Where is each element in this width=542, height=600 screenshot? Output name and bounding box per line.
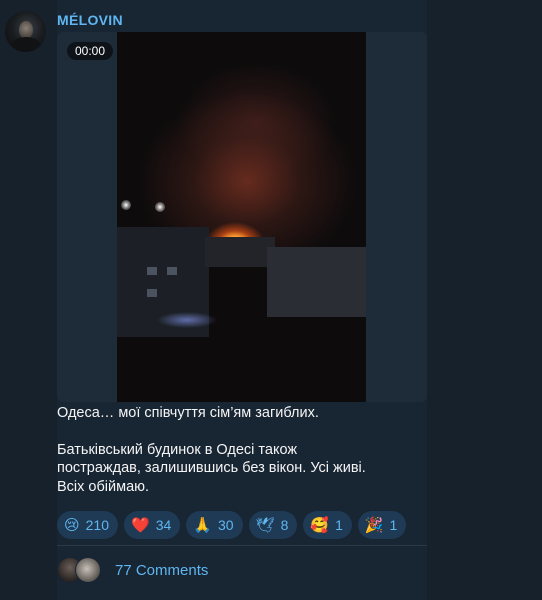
channel-avatar[interactable]	[5, 11, 46, 52]
comments-label: 77 Comments	[115, 561, 209, 579]
party-popper-icon: 🎉	[364, 517, 384, 534]
reaction-smiling-hearts[interactable]: 🥰 1	[303, 511, 352, 539]
smiling-face-with-hearts-icon: 🥰	[310, 517, 330, 534]
reactions-bar: 😢 210 ❤️ 34 🙏 30 🕊 8 🥰 1 🎉 1	[57, 511, 407, 539]
building-right	[267, 247, 366, 317]
commenter-avatar	[75, 557, 101, 583]
post-text-line: Одеса… мої співчуття сім’ям загиблих.	[57, 405, 319, 421]
comments-button[interactable]: 77 Comments	[57, 556, 208, 584]
street-light	[155, 202, 165, 212]
post-text-line: постраждав, залишившись без вікон. Усі ж…	[57, 460, 366, 476]
reaction-count: 1	[335, 517, 343, 533]
channel-name[interactable]: MÉLOVIN	[57, 12, 123, 28]
praying-hands-icon: 🙏	[193, 517, 212, 534]
blue-lights	[157, 312, 217, 328]
reaction-pray[interactable]: 🙏 30	[186, 511, 243, 539]
reaction-heart[interactable]: ❤️ 34	[124, 511, 181, 539]
dove-icon: 🕊	[255, 517, 275, 534]
reaction-count: 210	[85, 517, 109, 533]
commenter-avatars	[57, 557, 105, 583]
heart-icon: ❤️	[131, 517, 150, 534]
reaction-count: 1	[389, 517, 398, 533]
divider	[57, 545, 427, 546]
post-text-line: Батьківський будинок в Одесі також	[57, 441, 298, 458]
window	[147, 267, 157, 275]
reaction-party[interactable]: 🎉 1	[357, 511, 407, 539]
reaction-count: 34	[155, 517, 172, 533]
street-light	[121, 200, 131, 210]
window	[147, 289, 157, 297]
post-text-line: Всіх обіймаю.	[57, 478, 150, 495]
video-player[interactable]: 00:00	[57, 32, 427, 402]
reaction-count: 8	[280, 517, 289, 533]
window	[167, 267, 177, 275]
video-frame	[117, 32, 366, 402]
roof	[205, 237, 275, 267]
reaction-count: 30	[217, 517, 234, 533]
reaction-dove[interactable]: 🕊 8	[248, 511, 298, 539]
crying-face-icon: 😢	[64, 517, 80, 534]
avatar-body	[11, 37, 41, 52]
post-text: Одеса… мої співчуття сім’ям загиблих. Ба…	[57, 404, 417, 496]
video-time-badge: 00:00	[67, 42, 114, 60]
reaction-crying[interactable]: 😢 210	[57, 511, 118, 539]
